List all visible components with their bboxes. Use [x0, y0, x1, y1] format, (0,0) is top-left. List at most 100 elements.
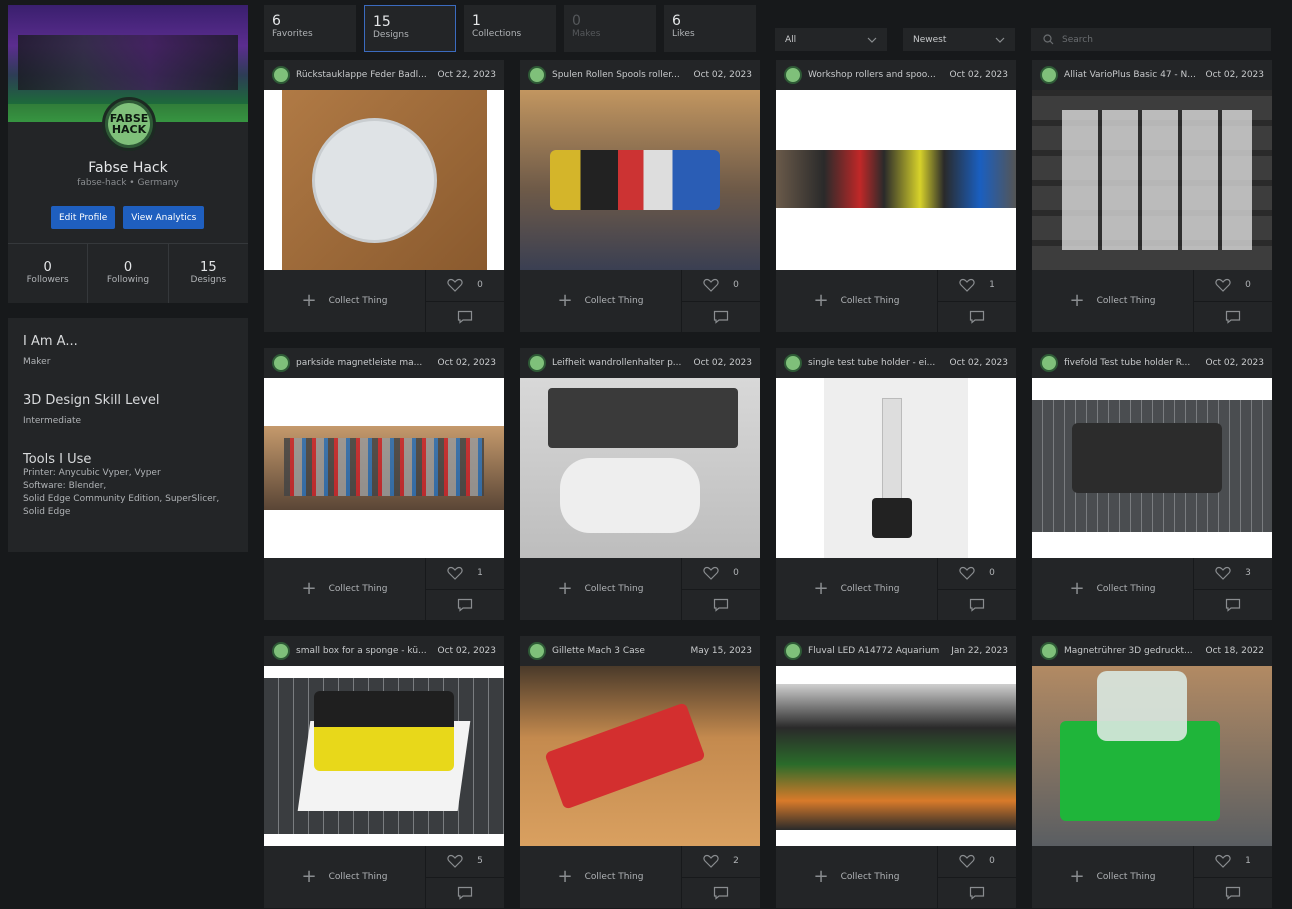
tab-likes[interactable]: 6 Likes [664, 5, 756, 52]
creator-avatar[interactable] [1040, 642, 1058, 660]
card-footer: + Collect Thing 0 [520, 270, 760, 332]
creator-avatar[interactable] [1040, 354, 1058, 372]
comment-button[interactable] [426, 590, 504, 621]
design-thumbnail[interactable] [1032, 666, 1272, 846]
like-count: 5 [477, 856, 483, 867]
design-thumbnail[interactable] [776, 666, 1016, 846]
comment-button[interactable] [938, 878, 1016, 909]
comment-button[interactable] [426, 878, 504, 909]
comment-button[interactable] [938, 590, 1016, 621]
design-thumbnail[interactable] [520, 90, 760, 270]
card-title[interactable]: Gillette Mach 3 Case [552, 646, 684, 656]
like-button[interactable]: 0 [938, 846, 1016, 878]
creator-avatar[interactable] [784, 642, 802, 660]
card-title[interactable]: small box for a sponge - kü... [296, 646, 432, 656]
card-header: Spulen Rollen Spools roller... Oct 02, 2… [520, 60, 760, 90]
collect-thing-button[interactable]: + Collect Thing [264, 558, 426, 620]
card-title[interactable]: Leifheit wandrollenhalter p... [552, 358, 688, 368]
like-button[interactable]: 1 [1194, 846, 1272, 878]
collect-thing-button[interactable]: + Collect Thing [1032, 846, 1194, 908]
design-thumbnail[interactable] [264, 90, 504, 270]
design-thumbnail[interactable] [776, 378, 1016, 558]
plus-icon: + [557, 578, 573, 599]
collect-thing-button[interactable]: + Collect Thing [520, 270, 682, 332]
like-button[interactable]: 2 [682, 846, 760, 878]
comment-button[interactable] [682, 590, 760, 621]
design-card: fivefold Test tube holder R... Oct 02, 2… [1032, 348, 1272, 620]
like-button[interactable]: 0 [938, 558, 1016, 590]
stat-followers[interactable]: 0 Followers [8, 244, 89, 303]
card-title[interactable]: single test tube holder - ei... [808, 358, 944, 368]
design-thumbnail[interactable] [264, 666, 504, 846]
edit-profile-button[interactable]: Edit Profile [51, 206, 116, 229]
creator-avatar[interactable] [528, 66, 546, 84]
card-title[interactable]: fivefold Test tube holder R... [1064, 358, 1200, 368]
like-button[interactable]: 3 [1194, 558, 1272, 590]
creator-avatar[interactable] [272, 66, 290, 84]
comment-button[interactable] [1194, 302, 1272, 333]
card-title[interactable]: Alliat VarioPlus Basic 47 - N... [1064, 70, 1200, 80]
creator-avatar[interactable] [528, 354, 546, 372]
comment-button[interactable] [682, 878, 760, 909]
search-input[interactable]: Search [1031, 28, 1271, 51]
design-thumbnail[interactable] [520, 378, 760, 558]
card-title[interactable]: Fluval LED A14772 Aquarium [808, 646, 945, 656]
design-thumbnail[interactable] [1032, 90, 1272, 270]
stat-designs[interactable]: 15 Designs [169, 244, 248, 303]
creator-avatar[interactable] [784, 354, 802, 372]
comment-button[interactable] [1194, 590, 1272, 621]
card-title[interactable]: Rückstauklappe Feder Badl... [296, 70, 432, 80]
creator-avatar[interactable] [272, 354, 290, 372]
design-thumbnail[interactable] [264, 378, 504, 558]
comment-icon [1225, 310, 1241, 324]
view-analytics-button[interactable]: View Analytics [123, 206, 205, 229]
collect-thing-button[interactable]: + Collect Thing [776, 270, 938, 332]
like-button[interactable]: 5 [426, 846, 504, 878]
tab-collections[interactable]: 1 Collections [464, 5, 556, 52]
plus-icon: + [301, 866, 317, 887]
tab-favorites[interactable]: 6 Favorites [264, 5, 356, 52]
collect-thing-button[interactable]: + Collect Thing [776, 846, 938, 908]
sort-select[interactable]: Newest [903, 28, 1015, 51]
design-card: Gillette Mach 3 Case May 15, 2023 + Coll… [520, 636, 760, 908]
collect-thing-button[interactable]: + Collect Thing [520, 558, 682, 620]
type-filter-select[interactable]: All [775, 28, 887, 51]
comment-button[interactable] [426, 302, 504, 333]
collect-thing-button[interactable]: + Collect Thing [1032, 270, 1194, 332]
stat-label: Designs [190, 275, 227, 285]
tab-label: Designs [373, 30, 409, 40]
comment-button[interactable] [938, 302, 1016, 333]
like-button[interactable]: 1 [938, 270, 1016, 302]
collect-thing-button[interactable]: + Collect Thing [1032, 558, 1194, 620]
like-button[interactable]: 0 [682, 270, 760, 302]
collect-thing-button[interactable]: + Collect Thing [264, 270, 426, 332]
tab-makes[interactable]: 0 Makes [564, 5, 656, 52]
design-card: Spulen Rollen Spools roller... Oct 02, 2… [520, 60, 760, 332]
collect-thing-button[interactable]: + Collect Thing [264, 846, 426, 908]
collect-thing-button[interactable]: + Collect Thing [520, 846, 682, 908]
comment-button[interactable] [1194, 878, 1272, 909]
avatar[interactable]: FABSE HACK [102, 97, 156, 151]
card-title[interactable]: parkside magnetleiste ma... [296, 358, 432, 368]
creator-avatar[interactable] [272, 642, 290, 660]
tab-designs[interactable]: 15 Designs [364, 5, 456, 52]
like-button[interactable]: 1 [426, 558, 504, 590]
like-button[interactable]: 0 [682, 558, 760, 590]
card-footer: + Collect Thing 0 [776, 846, 1016, 908]
like-button[interactable]: 0 [426, 270, 504, 302]
design-thumbnail[interactable] [776, 90, 1016, 270]
like-button[interactable]: 0 [1194, 270, 1272, 302]
collect-thing-button[interactable]: + Collect Thing [776, 558, 938, 620]
card-title[interactable]: Magnetrührer 3D gedruckt... [1064, 646, 1200, 656]
creator-avatar[interactable] [1040, 66, 1058, 84]
design-thumbnail[interactable] [520, 666, 760, 846]
comment-button[interactable] [682, 302, 760, 333]
card-title[interactable]: Spulen Rollen Spools roller... [552, 70, 688, 80]
creator-avatar[interactable] [528, 642, 546, 660]
tab-count: 15 [373, 14, 391, 30]
creator-avatar[interactable] [784, 66, 802, 84]
card-title[interactable]: Workshop rollers and spoo... [808, 70, 944, 80]
design-thumbnail[interactable] [1032, 378, 1272, 558]
stat-following[interactable]: 0 Following [88, 244, 169, 303]
like-count: 0 [989, 568, 995, 579]
